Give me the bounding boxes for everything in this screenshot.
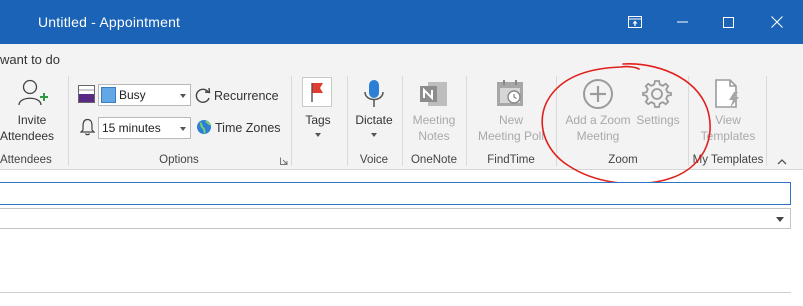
meeting-notes-label-2: Notes	[418, 129, 450, 143]
maximize-icon	[722, 16, 734, 28]
reminder-dropdown[interactable]: 15 minutes	[98, 117, 191, 139]
dictate-label: Dictate	[355, 113, 393, 127]
chevron-down-icon	[315, 133, 321, 137]
maximize-button[interactable]	[705, 0, 751, 44]
chevron-down-icon	[180, 94, 186, 98]
title-bar: Untitled - Appointment	[0, 0, 803, 44]
location-field[interactable]	[0, 208, 791, 229]
group-divider	[347, 76, 348, 166]
tags-icon-frame	[302, 77, 332, 107]
close-button[interactable]	[754, 0, 800, 44]
chevron-down-icon	[371, 133, 377, 137]
group-label-attendees: Attendees	[0, 154, 52, 166]
collapse-ribbon-icon[interactable]	[777, 158, 787, 165]
meeting-notes-label-1: Meeting	[412, 113, 456, 127]
chevron-down-icon	[180, 127, 186, 131]
title-field[interactable]	[0, 182, 791, 205]
group-divider	[68, 76, 69, 166]
group-label-options: Options	[159, 154, 199, 166]
poll-calendar-icon	[497, 80, 523, 106]
flag-icon	[311, 83, 323, 102]
divider	[0, 292, 791, 293]
reminder-bell-icon	[80, 118, 95, 136]
invite-label-1: Invite	[17, 113, 47, 127]
time-zones-button[interactable]: Time Zones	[215, 121, 281, 135]
group-divider	[402, 76, 403, 166]
window-title: Untitled - Appointment	[38, 14, 181, 30]
group-label-voice: Voice	[359, 154, 389, 166]
tags-label: Tags	[305, 113, 331, 127]
onenote-icon	[420, 82, 447, 106]
template-document-icon	[715, 79, 739, 108]
tell-me-input[interactable]: want to do	[0, 52, 60, 67]
reminder-value: 15 minutes	[102, 121, 161, 135]
group-divider	[766, 76, 767, 166]
recurrence-button[interactable]: Recurrence	[214, 89, 279, 103]
show-as-color-icon	[78, 85, 95, 103]
minimize-icon	[676, 21, 688, 23]
recurrence-icon	[195, 87, 211, 103]
dialog-launcher-icon[interactable]	[280, 157, 288, 165]
busy-swatch	[101, 87, 116, 103]
show-as-dropdown[interactable]: Busy	[98, 84, 191, 106]
close-icon	[771, 16, 783, 28]
minimize-button[interactable]	[659, 0, 705, 44]
microphone-icon	[364, 80, 384, 107]
group-divider	[466, 76, 467, 166]
show-as-value: Busy	[119, 88, 146, 102]
ribbon-display-icon	[628, 16, 642, 28]
person-add-icon	[18, 79, 48, 106]
invite-label-2: Attendees	[0, 129, 55, 143]
group-divider	[291, 76, 292, 166]
chevron-down-icon[interactable]	[776, 217, 784, 222]
group-label-onenote: OneNote	[410, 154, 458, 166]
annotation-circle	[541, 63, 711, 185]
ribbon-display-options-button[interactable]	[612, 0, 658, 44]
globe-icon	[197, 120, 211, 134]
